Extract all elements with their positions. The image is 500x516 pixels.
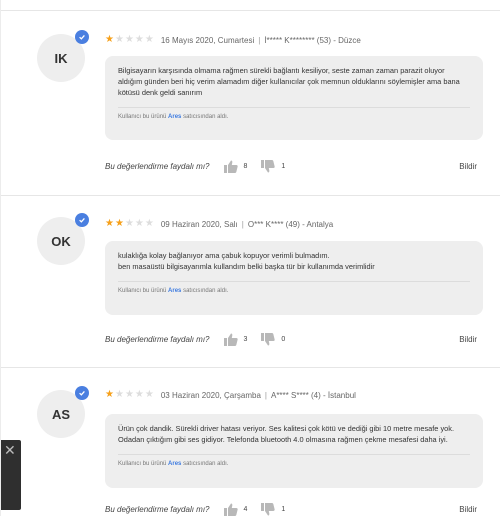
dislike-button[interactable]: 0 xyxy=(261,333,285,346)
review-bubble: Ürün çok dandik. Sürekli driver hatası v… xyxy=(105,414,483,488)
reviews-page: IK ★ ★ ★ ★ ★ 16 Mayıs 2020, Cumartesi | İ***… xyxy=(0,0,500,516)
dislike-count: 0 xyxy=(281,336,286,343)
like-count: 8 xyxy=(243,163,248,170)
bubble-divider xyxy=(118,107,470,108)
report-button[interactable]: Bildir xyxy=(459,505,477,514)
meta-separator: | xyxy=(264,390,267,400)
verified-badge-icon xyxy=(75,386,89,400)
thumbs-down-icon xyxy=(261,160,276,173)
helpful-question: Bu değerlendirme faydalı mı? xyxy=(105,162,210,171)
review-bubble: Bilgisayarın karşısında olmama rağmen sü… xyxy=(105,56,483,140)
bubble-divider xyxy=(118,454,470,455)
star-filled-icon: ★ xyxy=(105,218,114,229)
seller-suffix: satıcısından aldı. xyxy=(183,461,229,467)
avatar-initials: OK xyxy=(51,233,71,249)
review-bubble: kulaklığa kolay bağlanıyor ama çabuk kop… xyxy=(105,241,483,315)
star-empty-icon: ★ xyxy=(134,34,144,45)
divider xyxy=(1,10,500,11)
review-date: 03 Haziran 2020, Çarşamba xyxy=(160,390,261,400)
thumbs-up-icon xyxy=(223,333,238,346)
avatar: IK xyxy=(37,30,89,82)
star-empty-icon: ★ xyxy=(124,389,134,400)
dislike-count: 1 xyxy=(281,506,286,513)
like-count: 3 xyxy=(243,336,248,343)
thumbs-down-icon xyxy=(261,503,276,516)
review-text: Bilgisayarın karşısında olmama rağmen sü… xyxy=(118,66,460,97)
star-empty-icon: ★ xyxy=(144,218,154,229)
meta-separator: | xyxy=(241,219,244,229)
seller-prefix: Kullanıcı bu ürünü xyxy=(118,461,167,467)
seller-link[interactable]: Ares xyxy=(168,461,181,467)
star-empty-icon: ★ xyxy=(134,218,144,229)
star-rating: ★ ★ ★ ★ ★ xyxy=(105,219,155,229)
review-text: Ürün çok dandik. Sürekli driver hatası v… xyxy=(118,424,455,444)
review-text: kulaklığa kolay bağlanıyor ama çabuk kop… xyxy=(118,251,375,271)
star-rating: ★ ★ ★ ★ ★ xyxy=(105,390,155,400)
star-empty-icon: ★ xyxy=(134,389,144,400)
star-empty-icon: ★ xyxy=(114,34,124,45)
star-rating: ★ ★ ★ ★ ★ xyxy=(105,35,155,45)
star-empty-icon: ★ xyxy=(144,389,154,400)
meta-separator: | xyxy=(258,35,261,45)
review-meta: ★ ★ ★ ★ ★ 16 Mayıs 2020, Cumartesi | İ***** … xyxy=(105,35,361,45)
thumbs-down-icon xyxy=(261,333,276,346)
thumbs-up-icon xyxy=(223,503,238,516)
dislike-count: 1 xyxy=(281,163,286,170)
close-icon[interactable]: ✕ xyxy=(4,443,16,457)
review-author: A**** S**** (4) - İstanbul xyxy=(270,390,356,400)
thumbs-up-icon xyxy=(223,160,238,173)
report-button[interactable]: Bildir xyxy=(459,335,477,344)
review-author: O*** K**** (49) - Antalya xyxy=(247,219,334,229)
review-author: İ***** K******** (53) - Düzce xyxy=(264,35,361,45)
helpful-row: Bu değerlendirme faydalı mı? 4 1 Bildir xyxy=(105,503,477,516)
bubble-divider xyxy=(118,281,470,282)
like-button[interactable]: 3 xyxy=(223,333,248,346)
like-count: 4 xyxy=(243,506,248,513)
seller-link[interactable]: Ares xyxy=(168,114,181,120)
seller-suffix: satıcısından aldı. xyxy=(183,114,229,120)
review-date: 09 Haziran 2020, Salı xyxy=(160,219,238,229)
like-button[interactable]: 4 xyxy=(223,503,248,516)
side-panel: ✕ xyxy=(1,440,21,510)
review-meta: ★ ★ ★ ★ ★ 09 Haziran 2020, Salı | O*** K****… xyxy=(105,219,333,229)
star-empty-icon: ★ xyxy=(124,34,134,45)
star-filled-icon: ★ xyxy=(114,218,124,229)
verified-badge-icon xyxy=(75,30,89,44)
seller-note: Kullanıcı bu ürünü Ares satıcısından ald… xyxy=(118,114,470,120)
avatar-initials: AS xyxy=(51,406,71,422)
star-filled-icon: ★ xyxy=(105,34,114,45)
dislike-button[interactable]: 1 xyxy=(261,160,285,173)
seller-prefix: Kullanıcı bu ürünü xyxy=(118,114,167,120)
star-empty-icon: ★ xyxy=(144,34,154,45)
avatar: OK xyxy=(37,213,89,265)
helpful-question: Bu değerlendirme faydalı mı? xyxy=(105,505,210,514)
helpful-row: Bu değerlendirme faydalı mı? 3 0 Bildir xyxy=(105,333,477,346)
avatar-initials: IK xyxy=(54,50,68,66)
avatar: AS xyxy=(37,386,89,438)
report-button[interactable]: Bildir xyxy=(459,162,477,171)
seller-link[interactable]: Ares xyxy=(168,288,181,294)
seller-note: Kullanıcı bu ürünü Ares satıcısından ald… xyxy=(118,461,470,467)
seller-suffix: satıcısından aldı. xyxy=(183,288,229,294)
helpful-row: Bu değerlendirme faydalı mı? 8 1 Bildir xyxy=(105,160,477,173)
review-date: 16 Mayıs 2020, Cumartesi xyxy=(160,35,255,45)
like-button[interactable]: 8 xyxy=(223,160,248,173)
star-filled-icon: ★ xyxy=(105,389,114,400)
verified-badge-icon xyxy=(75,213,89,227)
helpful-question: Bu değerlendirme faydalı mı? xyxy=(105,335,210,344)
star-empty-icon: ★ xyxy=(124,218,134,229)
seller-prefix: Kullanıcı bu ürünü xyxy=(118,288,167,294)
seller-note: Kullanıcı bu ürünü Ares satıcısından ald… xyxy=(118,288,470,294)
divider xyxy=(1,367,500,368)
dislike-button[interactable]: 1 xyxy=(261,503,285,516)
review-meta: ★ ★ ★ ★ ★ 03 Haziran 2020, Çarşamba | A**** … xyxy=(105,390,356,400)
star-empty-icon: ★ xyxy=(114,389,124,400)
divider xyxy=(1,195,500,196)
